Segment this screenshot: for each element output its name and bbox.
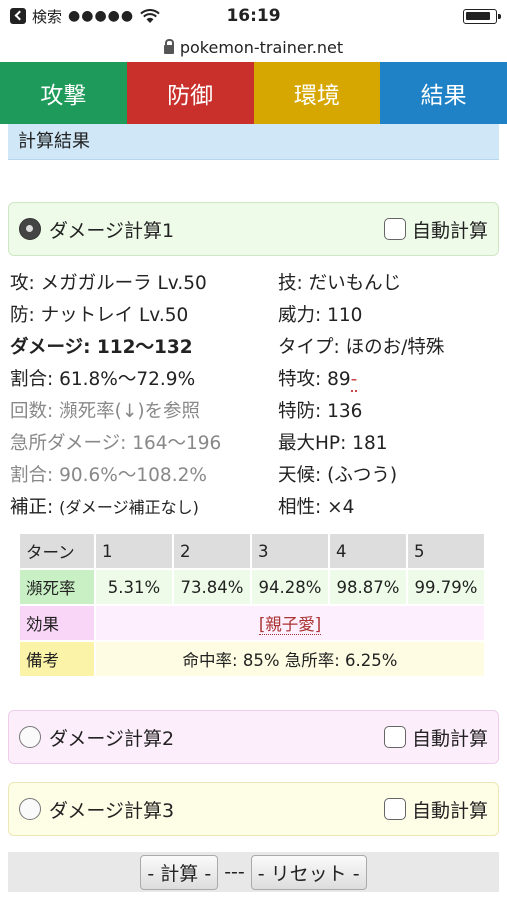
tab-result[interactable]: 結果 <box>380 62 507 124</box>
url-text[interactable]: pokemon-trainer.net <box>180 38 343 57</box>
damage-calc-3-header: ダメージ計算3 自動計算 <box>8 782 499 836</box>
crit-ratio: 割合: 90.6%〜108.2% <box>10 465 207 486</box>
calc-1-auto-label[interactable]: 自動計算 <box>412 216 488 243</box>
weather-text: 天候: (ふつう) <box>278 465 398 486</box>
calc-3-auto-checkbox[interactable] <box>383 798 406 820</box>
turn-cell: 1 <box>96 534 172 568</box>
ko-rate-cell: 99.79% <box>408 570 484 604</box>
table-row: 効果 [親子愛] <box>20 606 484 640</box>
calc-1-title[interactable]: ダメージ計算1 <box>49 216 174 243</box>
maxhp-text: 最大HP: 181 <box>278 433 388 454</box>
power-text: 威力: 110 <box>278 305 363 326</box>
table-row: 瀕死率 5.31% 73.84% 94.28% 98.87% 99.79% <box>20 570 484 604</box>
battery-icon <box>463 9 501 24</box>
effectiveness-text: 相性: ×4 <box>278 497 355 518</box>
modifier-text: 補正: (ダメージ補正なし) <box>10 492 278 524</box>
turn-cell: 4 <box>330 534 406 568</box>
spdef-text: 特防: 136 <box>278 401 363 422</box>
back-to-app-icon[interactable] <box>10 8 26 24</box>
tab-attack[interactable]: 攻撃 <box>0 62 127 124</box>
calc-3-title[interactable]: ダメージ計算3 <box>49 796 174 823</box>
tab-bar: 攻撃 防御 環境 結果 <box>0 62 507 124</box>
damage-range: ダメージ: 112〜132 <box>10 337 193 358</box>
result-header: 計算結果 <box>8 120 499 160</box>
url-bar[interactable]: pokemon-trainer.net <box>0 32 507 62</box>
calc-2-auto-label[interactable]: 自動計算 <box>412 724 488 751</box>
calc-button[interactable]: - 計算 - <box>140 854 219 890</box>
note-header: 備考 <box>20 642 94 676</box>
ko-rate-cell: 5.31% <box>96 570 172 604</box>
ko-rate-header: 瀕死率 <box>20 570 94 604</box>
calc-1-radio[interactable] <box>19 218 41 240</box>
calc-3-radio[interactable] <box>19 798 41 820</box>
modifier-label: 補正: <box>10 497 60 518</box>
table-row: ターン 1 2 3 4 5 <box>20 534 484 568</box>
status-bar: 検索 ●●●●● 16:19 <box>0 0 507 32</box>
calc-1-details: 攻: メガガルーラ Lv.50 防: ナットレイ Lv.50 ダメージ: 112… <box>8 256 499 524</box>
turn-cell: 5 <box>408 534 484 568</box>
carrier-label[interactable]: 検索 <box>32 6 62 27</box>
spatk-value: 89 <box>327 369 351 390</box>
wifi-icon <box>140 8 160 23</box>
defender-text: 防: ナットレイ Lv.50 <box>10 305 189 326</box>
effect-header: 効果 <box>20 606 94 640</box>
turn-cell: 3 <box>252 534 328 568</box>
attacker-text: 攻: メガガルーラ Lv.50 <box>10 273 207 294</box>
footer-bar: - 計算 - --- - リセット - <box>8 852 499 892</box>
spatk-label: 特攻: <box>278 369 328 390</box>
signal-icon: ●●●●● <box>68 8 135 24</box>
ko-rate-cell: 94.28% <box>252 570 328 604</box>
reset-button[interactable]: - リセット - <box>250 854 367 890</box>
note-value: 命中率: 85% 急所率: 6.25% <box>96 642 484 676</box>
table-row: 備考 命中率: 85% 急所率: 6.25% <box>20 642 484 676</box>
damage-ratio: 割合: 61.8%〜72.9% <box>10 369 196 390</box>
effect-value: [親子愛] <box>96 606 484 640</box>
spatk-text: 特攻: 89- <box>278 364 444 396</box>
calc-1-auto-checkbox[interactable] <box>383 218 406 240</box>
ko-rate-cell: 98.87% <box>330 570 406 604</box>
turn-cell: 2 <box>174 534 250 568</box>
calc-2-radio[interactable] <box>19 726 41 748</box>
type-text: タイプ: ほのお/特殊 <box>278 337 445 358</box>
crit-damage: 急所ダメージ: 164〜196 <box>10 433 222 454</box>
main-content: 計算結果 ダメージ計算1 自動計算 攻: メガガルーラ Lv.50 防: ナット… <box>0 120 507 892</box>
spatk-nature-marker: - <box>350 369 358 392</box>
calc-2-auto-checkbox[interactable] <box>383 726 406 748</box>
ko-table: ターン 1 2 3 4 5 瀕死率 5.31% 73.84% 94.28% 98… <box>18 532 486 678</box>
lock-icon <box>163 38 174 54</box>
hits-text: 回数: 瀕死率(↓)を参照 <box>10 401 201 422</box>
modifier-value: (ダメージ補正なし) <box>59 498 199 517</box>
tab-environment[interactable]: 環境 <box>253 62 381 124</box>
button-separator: --- <box>224 861 245 883</box>
damage-calc-2-header: ダメージ計算2 自動計算 <box>8 710 499 764</box>
effect-link[interactable]: [親子愛] <box>258 615 322 635</box>
move-text: 技: だいもんじ <box>278 273 402 294</box>
calc-3-auto-label[interactable]: 自動計算 <box>412 796 488 823</box>
tab-defense[interactable]: 防御 <box>126 62 254 124</box>
damage-calc-1-header: ダメージ計算1 自動計算 <box>8 202 499 256</box>
turn-header: ターン <box>20 534 94 568</box>
ko-rate-cell: 73.84% <box>174 570 250 604</box>
calc-2-title[interactable]: ダメージ計算2 <box>49 724 174 751</box>
